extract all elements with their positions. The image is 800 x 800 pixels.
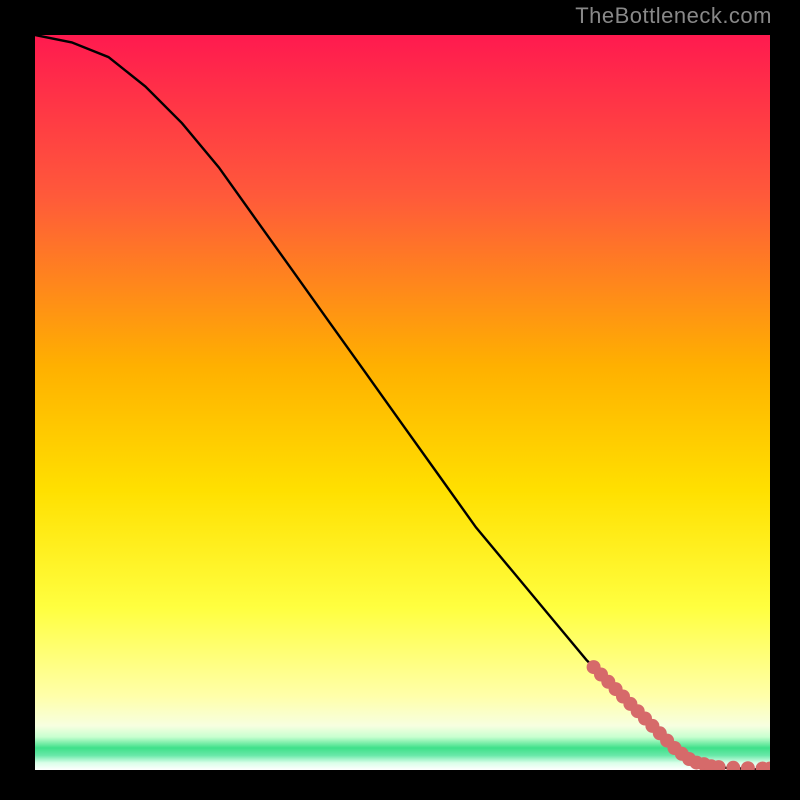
gradient-background bbox=[35, 35, 770, 770]
watermark-text: TheBottleneck.com bbox=[575, 3, 772, 29]
chart-frame: TheBottleneck.com bbox=[0, 0, 800, 800]
plot-svg bbox=[35, 35, 770, 770]
plot-area bbox=[35, 35, 770, 770]
